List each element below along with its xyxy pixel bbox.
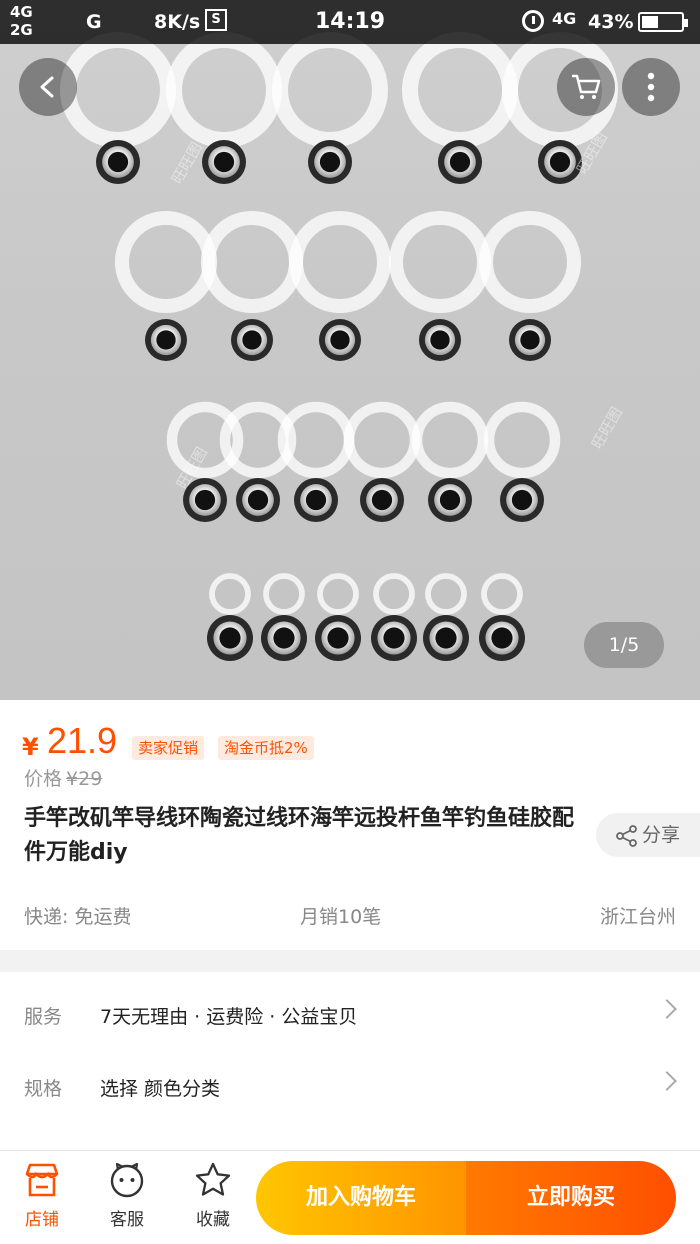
- chat-icon: [110, 1162, 144, 1198]
- eyelet-hole: [107, 151, 129, 173]
- more-icon: [647, 72, 655, 102]
- bottom-action-bar: 店铺 客服 收藏 加入购物车 立即购买: [0, 1150, 700, 1244]
- silicone-ring: [166, 32, 282, 148]
- more-button[interactable]: [622, 58, 680, 116]
- eyelet-hole: [520, 330, 540, 350]
- eyelet-hole: [213, 151, 235, 173]
- star-icon: [195, 1162, 231, 1196]
- silicone-ring: [402, 32, 518, 148]
- cart-icon: [572, 74, 601, 99]
- eyelet-hole: [371, 489, 393, 511]
- spec-value: 选择 颜色分类: [100, 1078, 221, 1100]
- spec-row[interactable]: 规格 选择 颜色分类: [0, 1050, 700, 1120]
- product-page: 旺旺图 旺旺图 旺旺图 旺旺图 4G 2G G 8K/s S 14:19 4G 43%…: [0, 0, 700, 1244]
- eyelet-hole: [491, 627, 513, 649]
- back-button[interactable]: [19, 58, 77, 116]
- eyelet-hole: [194, 489, 216, 511]
- price-currency: ¥: [22, 733, 39, 761]
- eyelet-hole: [327, 627, 349, 649]
- promo-tag: 卖家促销: [132, 736, 205, 760]
- store-button[interactable]: 店铺: [7, 1161, 77, 1230]
- silicone-ring: [317, 573, 359, 615]
- coin-tag: 淘金币抵2%: [218, 736, 314, 760]
- chevron-right-icon: [657, 1071, 677, 1091]
- share-icon: [616, 824, 637, 847]
- silicone-ring: [288, 210, 392, 314]
- chevron-right-icon: [657, 999, 677, 1019]
- silicone-ring: [411, 401, 489, 479]
- service-section: 服务 7天无理由 · 运费险 · 公益宝贝 规格 选择 颜色分类: [0, 972, 700, 1150]
- back-icon: [40, 76, 54, 98]
- buy-now-button[interactable]: 立即购买: [466, 1161, 676, 1235]
- cart-button[interactable]: [557, 58, 615, 116]
- spec-label: 规格: [24, 1078, 63, 1100]
- eyelet-hole: [439, 489, 461, 511]
- ship-location: 浙江台州: [599, 906, 676, 928]
- eyelet-hole: [247, 489, 269, 511]
- silicone-ring: [478, 210, 582, 314]
- customer-service-button[interactable]: 客服: [92, 1161, 162, 1230]
- gallery-pager: 1/5: [584, 622, 664, 668]
- silicone-ring: [388, 210, 492, 314]
- watermark: 旺旺图: [588, 404, 626, 452]
- product-title: 手竿改矶竿导线环陶瓷过线环海竿远投杆鱼竿钓鱼硅胶配件万能diy: [24, 806, 575, 865]
- eyelet-hole: [435, 627, 457, 649]
- price: 21.9: [47, 720, 118, 761]
- eyelet-hole: [449, 151, 471, 173]
- shipping-info: 快递: 免运费: [24, 906, 132, 928]
- silicone-ring: [272, 32, 388, 148]
- watermark: 旺旺图: [168, 139, 206, 187]
- eyelet-hole: [330, 330, 350, 350]
- silicone-ring: [373, 573, 415, 615]
- add-to-cart-button[interactable]: 加入购物车: [256, 1161, 466, 1235]
- silicone-ring: [425, 573, 467, 615]
- eyelet-hole: [242, 330, 262, 350]
- eyelet-hole: [305, 489, 327, 511]
- favorite-button[interactable]: 收藏: [178, 1161, 248, 1230]
- service-value: 7天无理由 · 运费险 · 公益宝贝: [100, 1006, 358, 1028]
- battery-percent: 43%: [588, 11, 634, 33]
- eyelet-hole: [549, 151, 571, 173]
- silicone-ring: [200, 210, 304, 314]
- service-label: 服务: [24, 1006, 63, 1028]
- network-type: 4G: [552, 9, 577, 28]
- monthly-sales: 月销10笔: [300, 906, 382, 928]
- silicone-ring: [114, 210, 218, 314]
- silicone-ring: [209, 573, 251, 615]
- service-row[interactable]: 服务 7天无理由 · 运费险 · 公益宝贝: [0, 978, 700, 1048]
- eyelet-hole: [219, 627, 241, 649]
- silicone-ring: [481, 573, 523, 615]
- silicone-ring: [263, 573, 305, 615]
- product-info: ¥ 21.9 卖家促销 淘金币抵2% 价格 ¥29 手竿改矶竿导线环陶瓷过线环海竿…: [0, 700, 700, 950]
- alarm-icon: [522, 10, 544, 32]
- eyelet-hole: [511, 489, 533, 511]
- battery-icon: [638, 12, 688, 32]
- eyelet-hole: [273, 627, 295, 649]
- store-icon: [25, 1163, 59, 1197]
- eyelet-hole: [319, 151, 341, 173]
- silicone-ring: [483, 401, 561, 479]
- status-bar: 4G 2G G 8K/s S 14:19 4G 43%: [0, 0, 700, 44]
- silicone-ring: [343, 401, 421, 479]
- original-price: 价格 ¥29: [24, 768, 103, 790]
- silicone-ring: [60, 32, 176, 148]
- eyelet-hole: [383, 627, 405, 649]
- eyelet-hole: [156, 330, 176, 350]
- share-button[interactable]: 分享: [596, 813, 700, 857]
- eyelet-hole: [430, 330, 450, 350]
